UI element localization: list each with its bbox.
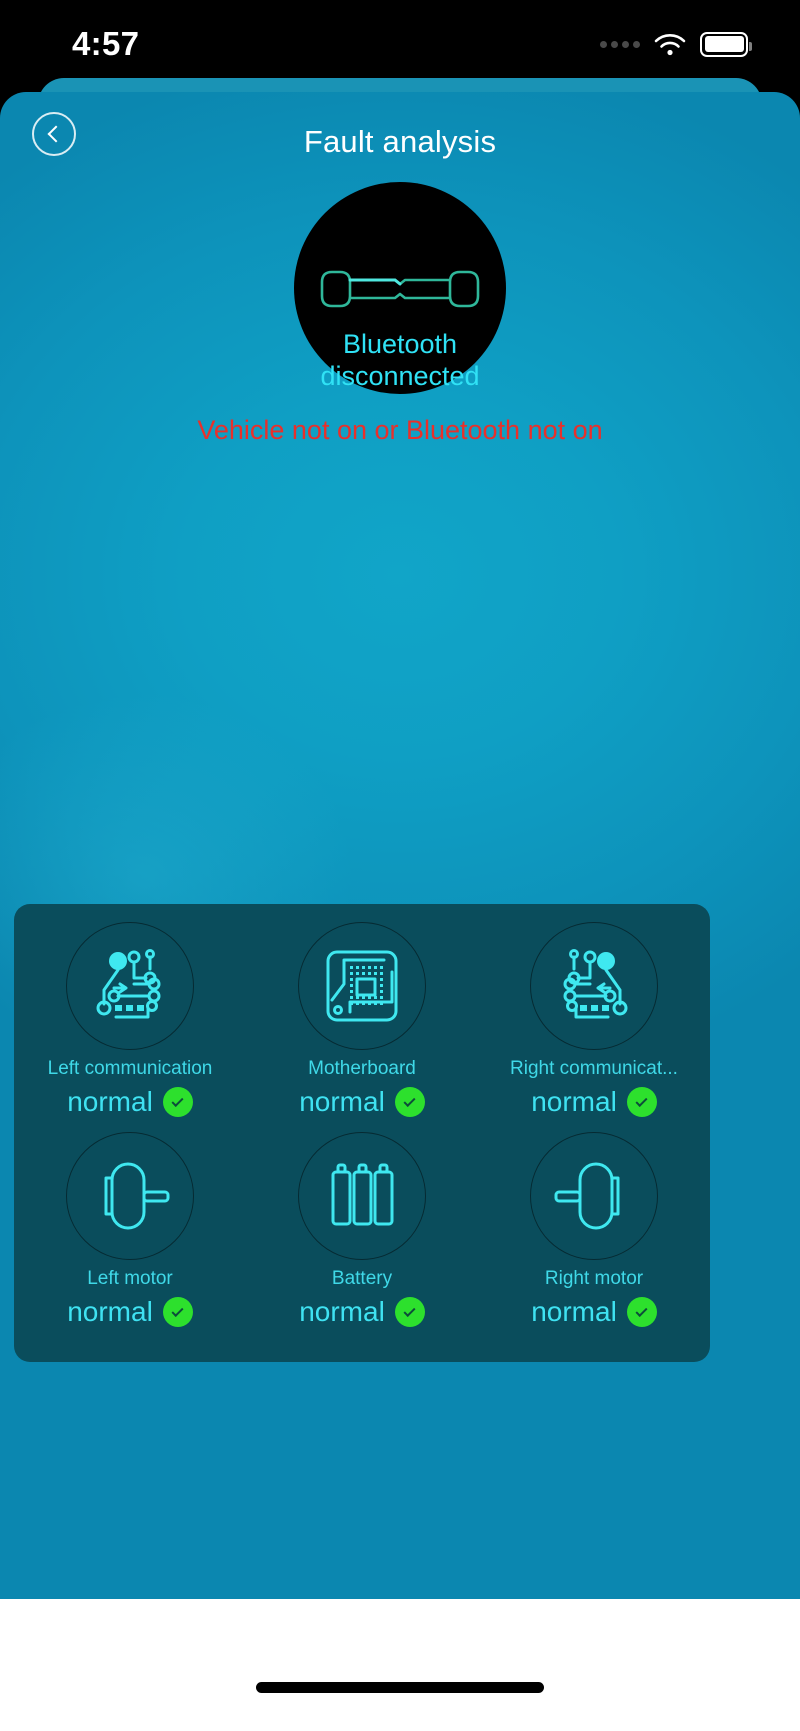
check-icon — [403, 1094, 416, 1107]
diagnostic-status-text: normal — [299, 1296, 385, 1327]
warning-message: Vehicle not on or Bluetooth not on — [197, 415, 603, 445]
motherboard-chip-icon — [298, 922, 426, 1050]
connection-state-line-1: Bluetooth — [342, 329, 458, 359]
diagnostic-status-text: normal — [67, 1086, 153, 1117]
home-bar-icon[interactable] — [256, 1681, 544, 1693]
diagnostic-status: normal — [299, 1086, 425, 1118]
diagnostic-cell-right-communication[interactable]: Right communicat... normal — [478, 922, 710, 1118]
diagnostic-status: normal — [67, 1086, 193, 1118]
status-ok-badge — [394, 1297, 425, 1327]
diagnostic-cell-motherboard[interactable]: Motherboard normal — [246, 922, 478, 1118]
status-bar-time: 4:57 — [72, 25, 140, 62]
diagnostic-label: Motherboard — [308, 1058, 416, 1079]
status-ok-badge — [626, 1297, 657, 1327]
check-icon — [171, 1304, 184, 1317]
diagnostic-status-text: normal — [531, 1086, 617, 1117]
diagnostic-status-text: normal — [67, 1296, 153, 1327]
left-motor-icon — [66, 1132, 194, 1260]
check-icon — [635, 1094, 648, 1107]
diagnostic-cell-right-motor[interactable]: Right motor normal — [478, 1132, 710, 1328]
navigation-bar: Fault analysis — [0, 92, 800, 192]
phone-screen: 4:57 Fault analysis Bluetooth disconnect… — [0, 0, 800, 1731]
scooter-handlebar-icon — [320, 270, 480, 308]
diagnostic-label: Left motor — [87, 1268, 173, 1289]
diagnostic-label: Right communicat... — [510, 1058, 678, 1079]
diagnostic-status-text: normal — [299, 1086, 385, 1117]
battery-cells-icon — [298, 1132, 426, 1260]
right-communication-circuit-icon — [530, 922, 658, 1050]
home-indicator-area — [0, 1599, 800, 1731]
diagnostic-label: Left communication — [47, 1058, 213, 1079]
diagnostics-panel: Left communication normal Motherboard no… — [14, 904, 710, 1362]
back-button[interactable] — [32, 112, 76, 156]
diagnostic-cell-left-communication[interactable]: Left communication normal — [14, 922, 246, 1118]
status-ok-badge — [626, 1087, 657, 1117]
diagnostic-status: normal — [299, 1296, 425, 1328]
page-title: Fault analysis — [303, 124, 497, 159]
diagnostic-status-text: normal — [531, 1296, 617, 1327]
diagnostic-cell-left-motor[interactable]: Left motor normal — [14, 1132, 246, 1328]
status-bar: 4:57 — [0, 0, 800, 88]
signal-dots-icon — [600, 40, 640, 48]
wifi-icon — [653, 32, 687, 57]
check-icon — [403, 1304, 416, 1317]
app-surface: Fault analysis Bluetooth disconnected Ve… — [0, 92, 800, 1599]
chevron-left-icon — [47, 125, 65, 143]
diagnostics-row: Left communication normal Motherboard no… — [14, 922, 710, 1118]
right-motor-icon — [530, 1132, 658, 1260]
diagnostic-label: Right motor — [544, 1268, 644, 1289]
check-icon — [171, 1094, 184, 1107]
diagnostic-cell-battery[interactable]: Battery normal — [246, 1132, 478, 1328]
connection-state-text: Bluetooth disconnected — [0, 328, 800, 392]
status-ok-badge — [394, 1087, 425, 1117]
status-bar-indicators — [600, 31, 752, 57]
connection-status-hero: Bluetooth disconnected Vehicle not on or… — [0, 182, 800, 445]
connection-state-line-2: disconnected — [320, 361, 480, 391]
diagnostic-status: normal — [531, 1086, 657, 1118]
check-icon — [635, 1304, 648, 1317]
diagnostic-status: normal — [531, 1296, 657, 1328]
diagnostic-label: Battery — [331, 1268, 393, 1289]
diagnostics-row: Left motor normal Battery normal Right m… — [14, 1132, 710, 1328]
diagnostic-status: normal — [67, 1296, 193, 1328]
status-ok-badge — [162, 1087, 193, 1117]
battery-full-icon — [700, 31, 752, 57]
status-ok-badge — [162, 1297, 193, 1327]
left-communication-circuit-icon — [66, 922, 194, 1050]
